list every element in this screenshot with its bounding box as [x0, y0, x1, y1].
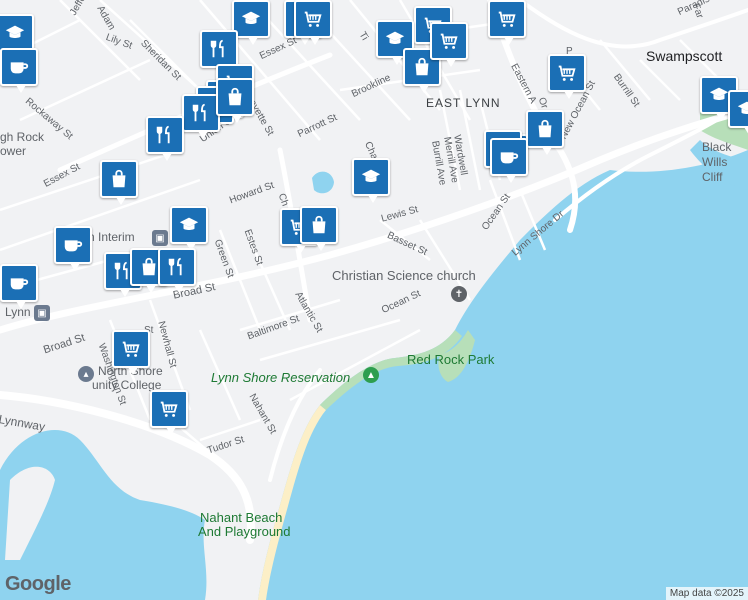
grocery-marker[interactable] — [548, 54, 586, 99]
shopping-marker[interactable] — [216, 78, 254, 123]
grocery-icon — [496, 8, 518, 30]
church-icon[interactable]: ✝ — [451, 286, 467, 302]
high-rock-label: gh Rock — [0, 130, 45, 144]
grocery-icon — [158, 398, 180, 420]
grocery-marker[interactable] — [150, 390, 188, 435]
school-icon — [240, 8, 262, 30]
restaurant-marker[interactable] — [200, 30, 238, 75]
shopping-icon — [224, 86, 246, 108]
grocery-icon — [302, 8, 324, 30]
restaurant-marker[interactable] — [182, 94, 220, 139]
google-logo: Google — [5, 573, 71, 595]
tower-label: ower — [0, 144, 27, 158]
east-lynn-label: EAST LYNN — [426, 96, 501, 110]
restaurant-marker[interactable] — [158, 248, 196, 293]
nahant-beach-label[interactable]: Nahant Beach — [200, 510, 282, 525]
shopping-icon — [138, 256, 160, 278]
coffee-marker[interactable] — [0, 264, 38, 309]
coffee-marker[interactable] — [490, 138, 528, 183]
coffee-icon — [62, 234, 84, 256]
red-rock-park-label[interactable]: Red Rock Park — [407, 352, 494, 367]
swampscott-label: Swampscott — [646, 48, 723, 64]
shopping-marker[interactable] — [100, 160, 138, 205]
shopping-icon — [308, 214, 330, 236]
school-icon — [4, 22, 26, 44]
christian-science-label[interactable]: Christian Science church — [332, 268, 476, 283]
train-station-icon[interactable]: ▣ — [152, 230, 168, 246]
school-icon — [708, 84, 730, 106]
shopping-icon — [108, 168, 130, 190]
grocery-icon — [120, 338, 142, 360]
park-tree-icon[interactable]: ▲ — [363, 367, 379, 383]
lynn-interim-label: n Interim — [88, 230, 135, 244]
school-icon — [736, 98, 748, 120]
school-marker[interactable] — [728, 90, 748, 135]
school-marker[interactable] — [170, 206, 208, 251]
restaurant-icon — [166, 256, 188, 278]
restaurant-icon — [208, 38, 230, 60]
shopping-icon — [534, 118, 556, 140]
map-canvas[interactable]: Swampscott EAST LYNN Black Wills Cliff g… — [0, 0, 748, 600]
college-icon[interactable]: ▴ — [78, 366, 94, 382]
school-icon — [384, 28, 406, 50]
lynn-station-icon[interactable]: ▣ — [34, 305, 50, 321]
coffee-marker[interactable] — [54, 226, 92, 271]
coffee-marker[interactable] — [0, 48, 38, 93]
restaurant-icon — [190, 102, 212, 124]
grocery-marker[interactable] — [430, 22, 468, 67]
lynn-shore-reservation-label[interactable]: Lynn Shore Reservation — [211, 370, 350, 385]
grocery-marker[interactable] — [488, 0, 526, 45]
grocery-marker[interactable] — [294, 0, 332, 45]
playground-label[interactable]: And Playground — [198, 524, 291, 539]
restaurant-icon — [154, 124, 176, 146]
shopping-marker[interactable] — [300, 206, 338, 251]
coffee-icon — [8, 56, 30, 78]
grocery-icon — [438, 30, 460, 52]
shopping-marker[interactable] — [526, 110, 564, 155]
map-attribution[interactable]: Map data ©2025 — [665, 587, 748, 600]
coffee-icon — [498, 146, 520, 168]
black-wills-cliff-label: Black Wills Cliff — [702, 140, 732, 184]
school-marker[interactable] — [0, 14, 34, 59]
coffee-icon — [8, 272, 30, 294]
school-icon — [360, 166, 382, 188]
restaurant-marker[interactable] — [146, 116, 184, 161]
grocery-marker[interactable] — [112, 330, 150, 375]
shopping-icon — [411, 56, 433, 78]
school-icon — [178, 214, 200, 236]
school-marker[interactable] — [352, 158, 390, 203]
grocery-icon — [556, 62, 578, 84]
pond — [312, 171, 334, 194]
